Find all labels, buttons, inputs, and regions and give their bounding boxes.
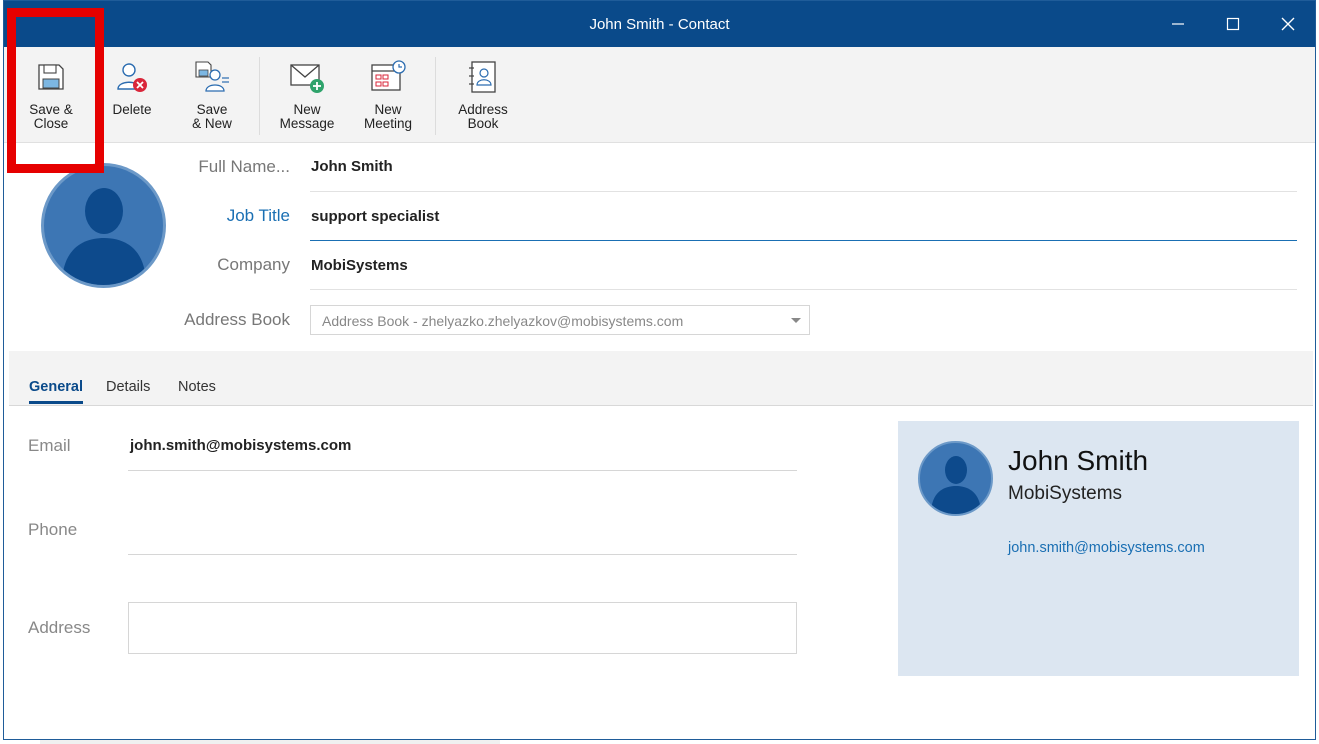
save-close-button[interactable]: Save & Close xyxy=(21,57,81,139)
new-meeting-icon xyxy=(368,57,408,97)
full-name-underline xyxy=(310,191,1297,192)
full-name-button[interactable]: Full Name... xyxy=(154,157,290,177)
email-underline xyxy=(128,470,797,471)
person-silhouette-icon xyxy=(931,456,981,514)
new-meeting-button[interactable]: New Meeting xyxy=(356,57,420,139)
card-company: MobiSystems xyxy=(1008,483,1123,504)
save-new-contact-icon xyxy=(192,57,232,97)
business-card: John Smith MobiSystems john.smith@mobisy… xyxy=(898,421,1299,676)
delete-contact-icon xyxy=(112,57,152,97)
tab-notes[interactable]: Notes xyxy=(178,379,216,401)
new-meeting-label: New Meeting xyxy=(363,102,413,131)
maximize-button[interactable] xyxy=(1211,7,1255,41)
card-email-link[interactable]: john.smith@mobisystems.com xyxy=(1008,540,1205,556)
save-close-label: Save & Close xyxy=(29,102,73,131)
address-book-button[interactable]: Address Book xyxy=(450,57,516,139)
address-book-selected-value: Address Book - zhelyazko.zhelyazkov@mobi… xyxy=(322,313,684,329)
tab-strip: General Details Notes xyxy=(9,351,1313,406)
chevron-down-icon xyxy=(791,318,801,323)
card-avatar xyxy=(918,441,993,516)
ribbon-toolbar: Save & Close Delete Save & New New Messa… xyxy=(4,47,1315,143)
address-book-field-label: Address Book xyxy=(184,310,290,329)
minimize-icon xyxy=(1172,23,1184,25)
save-new-label: Save & New xyxy=(192,102,232,131)
window-title: John Smith - Contact xyxy=(589,16,730,33)
new-message-icon xyxy=(287,57,327,97)
tab-details[interactable]: Details xyxy=(106,379,150,401)
full-name-field[interactable]: John Smith xyxy=(311,158,393,175)
address-book-label: Address Book xyxy=(458,102,508,131)
maximize-icon xyxy=(1226,17,1240,31)
address-book-dropdown[interactable]: Address Book - zhelyazko.zhelyazkov@mobi… xyxy=(310,305,810,335)
phone-underline xyxy=(128,554,797,555)
company-underline xyxy=(310,289,1297,290)
ribbon-separator xyxy=(435,57,436,135)
person-silhouette-icon xyxy=(62,188,146,285)
address-label: Address xyxy=(28,618,91,637)
address-book-icon xyxy=(463,57,503,97)
job-title-label: Job Title xyxy=(226,206,290,225)
card-name: John Smith xyxy=(1008,445,1149,476)
delete-button[interactable]: Delete xyxy=(104,57,160,139)
email-field[interactable]: john.smith@mobisystems.com xyxy=(130,437,351,454)
new-message-label: New Message xyxy=(279,102,335,131)
ribbon-separator xyxy=(259,57,260,135)
minimize-button[interactable] xyxy=(1156,7,1200,41)
title-bar: John Smith - Contact xyxy=(4,1,1315,47)
job-title-underline xyxy=(310,240,1297,241)
job-title-field[interactable]: support specialist xyxy=(311,208,439,225)
new-message-button[interactable]: New Message xyxy=(274,57,340,139)
phone-field[interactable] xyxy=(130,521,790,543)
company-label: Company xyxy=(217,255,290,274)
contact-window: John Smith - Contact Save & Close Delete… xyxy=(3,0,1316,740)
phone-label: Phone xyxy=(28,520,78,539)
address-field[interactable] xyxy=(128,602,797,654)
tab-general[interactable]: General xyxy=(29,379,83,404)
close-icon xyxy=(1281,17,1295,31)
floppy-disk-icon xyxy=(31,57,71,97)
delete-label: Delete xyxy=(112,102,152,117)
save-new-button[interactable]: Save & New xyxy=(184,57,240,139)
company-field[interactable]: MobiSystems xyxy=(311,257,408,274)
contact-avatar[interactable] xyxy=(41,163,166,288)
close-button[interactable] xyxy=(1266,7,1310,41)
background-window-strip xyxy=(40,740,500,744)
email-label: Email xyxy=(28,436,71,455)
